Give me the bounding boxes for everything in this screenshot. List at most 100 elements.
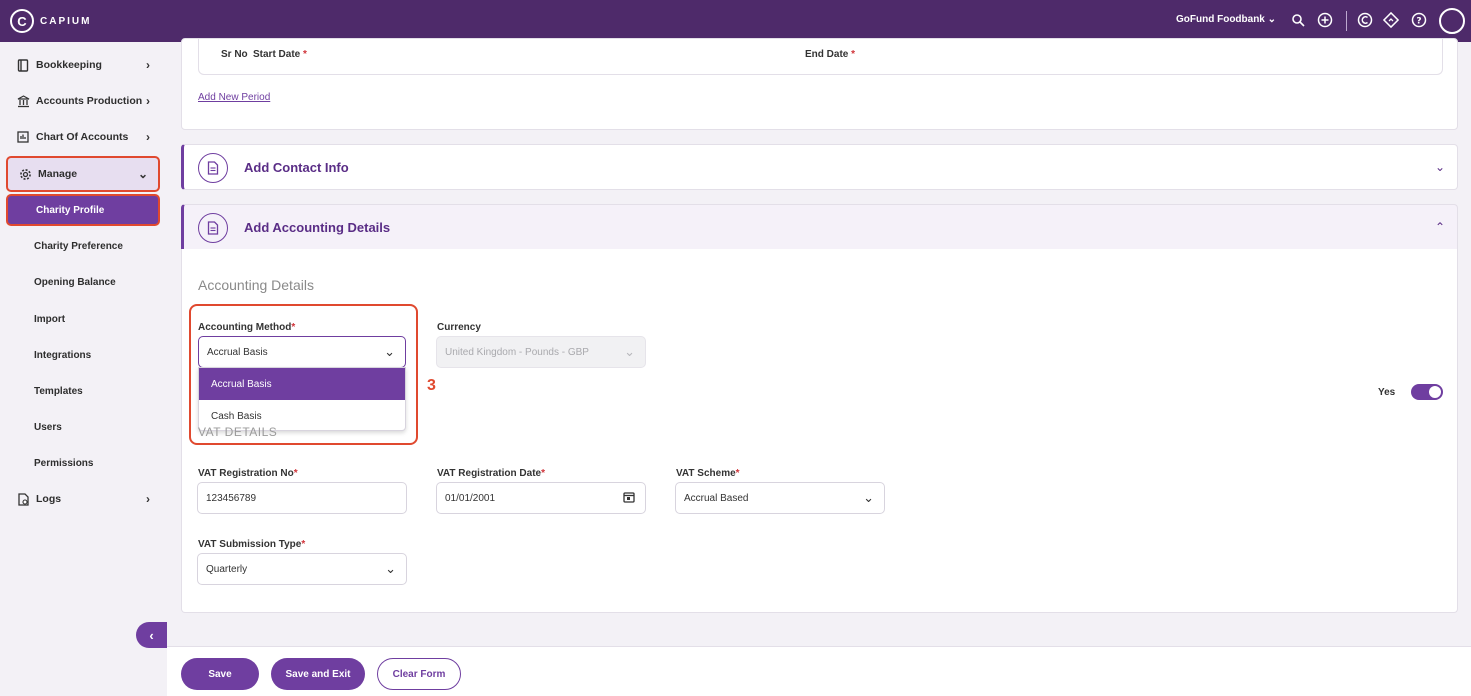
sidebar-sub-import[interactable]: Import [6,305,160,333]
required-mark: * [303,49,307,60]
logo-text: CAPIUM [40,15,92,27]
vat-reg-date-value: 01/01/2001 [445,492,496,504]
document-icon [198,213,228,243]
chevron-left-icon: ‹ [149,627,154,643]
chevron-down-icon: ⌄ [384,344,395,359]
capium-logo[interactable]: C CAPIUM [10,9,91,33]
clear-form-button[interactable]: Clear Form [377,658,461,690]
chevron-up-icon: ⌃ [1434,220,1445,234]
vat-reg-date-label-text: VAT Registration Date [437,468,542,479]
form-footer: Save Save and Exit Clear Form [167,646,1471,696]
col-start-date: Start Date * [253,49,307,60]
sidebar-item-logs[interactable]: Logs › [6,485,160,513]
sidebar-item-label: Chart Of Accounts [36,131,129,143]
col-end-date: End Date * [805,49,855,60]
chevron-down-icon: ⌄ [863,490,874,505]
chevron-down-icon: ⌄ [137,167,148,181]
sidebar-sub-users[interactable]: Users [6,413,160,441]
vat-toggle[interactable] [1411,384,1443,400]
col-end-date-label: End Date [805,49,849,60]
option-accrual-basis[interactable]: Accrual Basis [199,368,405,400]
sidebar-collapse-button[interactable]: ‹ [136,622,167,648]
add-new-period-link[interactable]: Add New Period [198,92,270,103]
chart-icon [16,130,30,144]
currency-value: United Kingdom - Pounds - GBP [445,346,589,358]
chevron-right-icon: › [146,492,150,506]
sidebar-item-label: Logs [36,493,62,505]
sidebar: Bookkeeping › Accounts Production › Char… [0,42,179,696]
chevron-down-icon: ⌄ [385,561,396,576]
calendar-icon[interactable] [623,491,635,506]
capium-c-icon[interactable] [1356,11,1374,29]
accounting-method-dropdown: Accrual Basis Cash Basis [198,367,406,431]
bank-icon [16,94,30,108]
vat-scheme-label: VAT Scheme* [676,468,740,479]
sidebar-sub-opening-balance[interactable]: Opening Balance [6,268,160,296]
accounting-details-heading: Accounting Details [198,277,314,293]
save-button[interactable]: Save [181,658,259,690]
period-table: Sr No Start Date * End Date * [198,39,1443,75]
accounting-method-value: Accrual Basis [207,346,268,358]
sidebar-item-label: Accounts Production [36,95,143,107]
accounting-method-select[interactable]: Accrual Basis ⌄ [198,336,406,368]
required-mark: * [851,49,856,60]
financial-period-card: Sr No Start Date * End Date * Add New Pe… [181,38,1458,130]
sidebar-sub-templates[interactable]: Templates [6,377,160,405]
chevron-right-icon: › [146,130,150,144]
main-content: Sr No Start Date * End Date * Add New Pe… [167,38,1471,696]
vat-reg-no-value: 123456789 [206,492,257,504]
vat-reg-date-label: VAT Registration Date* [437,468,545,479]
required-mark: * [293,468,298,479]
vat-scheme-select[interactable]: Accrual Based ⌄ [675,482,885,514]
book-icon [16,58,30,72]
log-icon [16,492,30,506]
gear-icon [18,167,32,181]
vat-scheme-label-text: VAT Scheme [676,468,736,479]
accounting-details-section[interactable]: Add Accounting Details ⌃ [181,204,1458,250]
section-title: Add Contact Info [244,160,349,175]
sidebar-sub-charity-preference[interactable]: Charity Preference [6,232,160,260]
help-icon[interactable]: ? [1410,11,1428,29]
contact-info-section[interactable]: Add Contact Info ⌄ [181,144,1458,190]
organization-selector[interactable]: GoFund Foodbank ⌄ [1176,14,1276,25]
chevron-right-icon: › [146,58,150,72]
sidebar-sub-permissions[interactable]: Permissions [6,449,160,477]
vat-reg-no-label-text: VAT Registration No [198,468,294,479]
col-start-date-label: Start Date [253,49,301,60]
search-icon[interactable] [1289,11,1307,29]
top-bar: C CAPIUM GoFund Foodbank ⌄ ? [0,0,1471,42]
section-title: Add Accounting Details [244,220,391,235]
chevron-right-icon: › [146,94,150,108]
toggle-knob [1429,386,1441,398]
vat-submission-label-text: VAT Submission Type [198,539,302,550]
vat-submission-select[interactable]: Quarterly ⌄ [197,553,407,585]
sidebar-item-bookkeeping[interactable]: Bookkeeping › [6,51,160,79]
svg-text:?: ? [1416,17,1421,27]
sidebar-sub-integrations[interactable]: Integrations [6,341,160,369]
vat-submission-label: VAT Submission Type* [198,539,305,550]
accounting-method-label: Accounting Method* [198,322,295,333]
logo-icon: C [10,9,34,33]
sidebar-item-label: Bookkeeping [36,59,102,71]
chevron-down-icon: ⌄ [624,344,635,359]
required-mark: * [301,539,306,550]
user-avatar[interactable] [1439,8,1465,34]
accounting-method-label-text: Accounting Method [198,322,292,333]
sidebar-item-label: Manage [38,168,78,180]
vat-details-heading: VAT DETAILS [198,425,278,439]
topbar-divider [1346,11,1347,31]
diamond-nav-icon[interactable] [1382,11,1400,29]
sidebar-sub-charity-profile[interactable]: Charity Profile [6,194,160,226]
sidebar-item-chart-of-accounts[interactable]: Chart Of Accounts › [6,123,160,151]
vat-reg-no-input[interactable]: 123456789 [197,482,407,514]
accounting-details-form: Accounting Details 3 Accounting Method* … [181,249,1458,613]
vat-submission-value: Quarterly [206,563,248,575]
sidebar-item-accounts-production[interactable]: Accounts Production › [6,87,160,115]
chevron-down-icon: ⌄ [1434,160,1445,174]
vat-reg-date-input[interactable]: 01/01/2001 [436,482,646,514]
required-mark: * [735,468,740,479]
step-marker-3: 3 [427,377,436,394]
sidebar-item-manage[interactable]: Manage ⌄ [6,156,160,192]
save-and-exit-button[interactable]: Save and Exit [271,658,365,690]
add-circle-icon[interactable] [1316,11,1334,29]
